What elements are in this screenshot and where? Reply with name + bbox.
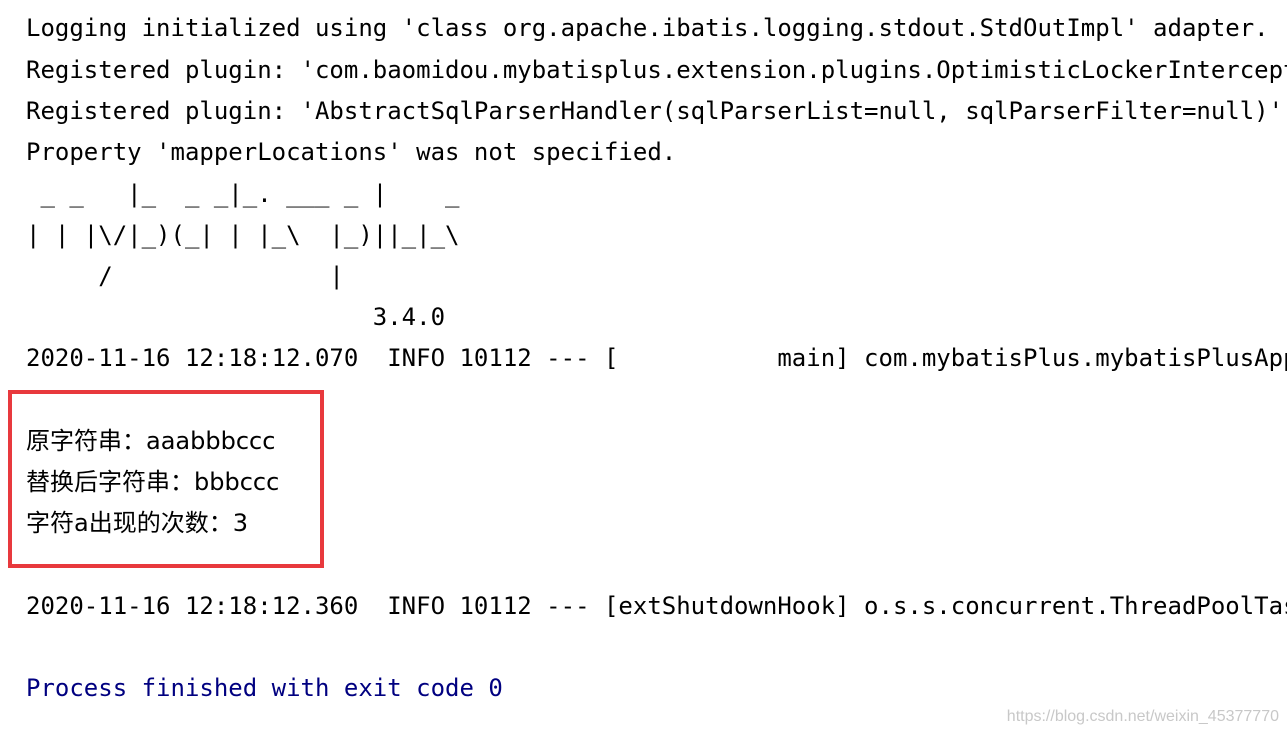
exit-message: Process finished with exit code 0 bbox=[26, 674, 503, 702]
mybatis-plus-banner: _ _ |_ _ _|_. ___ _ | _ | | |\/|_)(_| | … bbox=[26, 180, 460, 331]
log-line-mapper-locations: Property 'mapperLocations' was not speci… bbox=[26, 138, 677, 166]
log-line-plugin-sqlparser: Registered plugin: 'AbstractSqlParserHan… bbox=[26, 97, 1284, 125]
log-line-plugin-optimistic: Registered plugin: 'com.baomidou.mybatis… bbox=[26, 56, 1287, 84]
log-line-logging: Logging initialized using 'class org.apa… bbox=[26, 14, 1269, 42]
output-count-a: 字符a出现的次数：3 bbox=[26, 509, 248, 537]
log-line-info-shutdown: 2020-11-16 12:18:12.360 INFO 10112 --- [… bbox=[26, 592, 1287, 620]
output-original-string: 原字符串：aaabbbccc bbox=[26, 427, 276, 455]
output-replaced-string: 替换后字符串：bbbccc bbox=[26, 468, 280, 496]
watermark: https://blog.csdn.net/weixin_45377770 bbox=[1006, 708, 1279, 725]
console-output: Logging initialized using 'class org.apa… bbox=[0, 0, 1287, 734]
log-line-info-main: 2020-11-16 12:18:12.070 INFO 10112 --- [… bbox=[26, 344, 1287, 372]
